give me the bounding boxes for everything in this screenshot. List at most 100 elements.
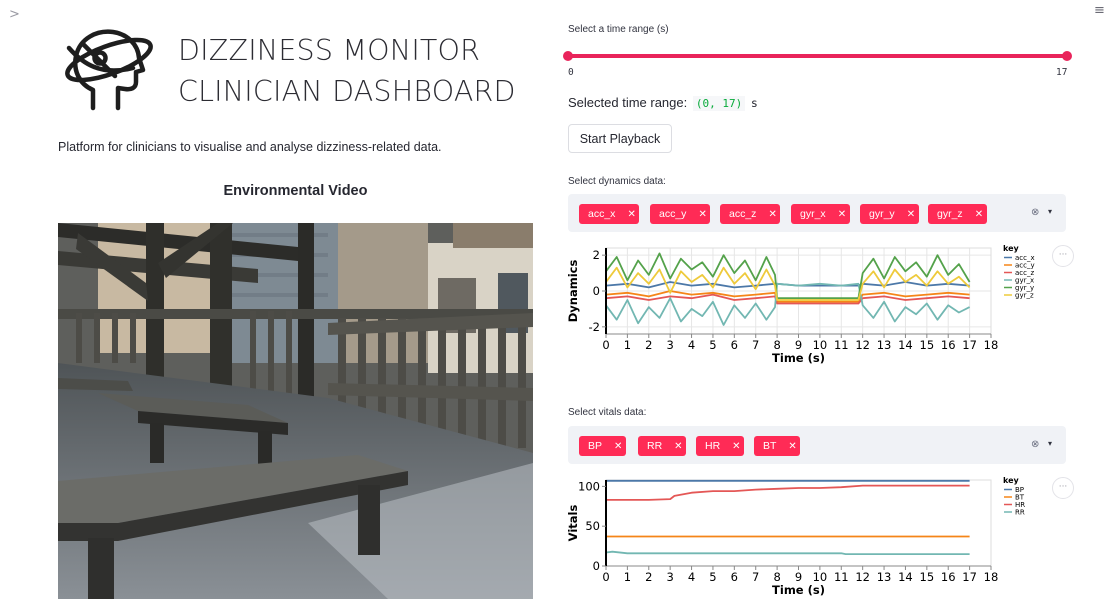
x-tick-label: 7: [752, 570, 759, 584]
chart-canvas: 0 1 2 3 4 5 6 7 8 9 10 11 12 13 14 15 16 17 18050100Time (…: [566, 476, 1025, 597]
chip-label: gyr_z: [937, 208, 963, 220]
legend-label: RR: [1015, 509, 1025, 517]
dynamics-chip-acc-y[interactable]: acc_y ✕: [650, 204, 711, 225]
app-title: DIZZINESS MONITOR CLINICIAN DASHBOARD: [178, 30, 516, 112]
chevron-down-icon[interactable]: ▾: [1048, 439, 1052, 448]
app-title-line-2: CLINICIAN DASHBOARD: [178, 75, 516, 108]
selected-range-value: (0, 17): [692, 96, 746, 111]
dynamics-chip-gyr-z[interactable]: gyr_z ✕: [928, 204, 987, 224]
x-tick-label: 8: [773, 570, 780, 584]
vitals-chip-bt[interactable]: BT ✕: [754, 436, 801, 457]
series-line-rr: [605, 550, 970, 555]
chart-canvas: 0 1 2 3 4 5 6 7 8 9 10 11 12 13 14 15 16 17 18-202Time (s)…: [566, 244, 1035, 365]
vitals-chip-bp[interactable]: BP ✕: [579, 436, 627, 457]
chip-label: acc_z: [729, 208, 757, 220]
chip-remove-icon[interactable]: ✕: [627, 205, 639, 225]
x-tick-label: 13: [877, 338, 892, 352]
main-menu-button[interactable]: ≡: [1094, 3, 1105, 18]
legend-title: key: [1003, 244, 1020, 253]
y-tick-label: 2: [593, 248, 600, 262]
head-orbit-icon: [65, 29, 153, 111]
x-axis-title: Time (s): [772, 351, 825, 365]
time-range-max-label: 17: [1056, 67, 1068, 78]
chip-remove-icon[interactable]: ✕: [674, 437, 686, 457]
x-axis-title: Time (s): [772, 583, 825, 597]
x-tick-label: 17: [962, 338, 977, 352]
chip-remove-icon[interactable]: ✕: [698, 205, 710, 225]
dynamics-chart-actions-button[interactable]: ···: [1052, 245, 1074, 267]
x-tick-label: 2: [645, 338, 652, 352]
x-tick-label: 15: [920, 338, 935, 352]
dynamics-chip-gyr-y[interactable]: gyr_y ✕: [860, 204, 919, 224]
chevron-down-icon[interactable]: ▾: [1048, 207, 1052, 216]
x-tick-label: 18: [984, 338, 999, 352]
chip-label: gyr_x: [800, 208, 826, 220]
time-range-slider-min-handle[interactable]: [563, 51, 573, 61]
vitals-chip-rr[interactable]: RR ✕: [638, 436, 687, 457]
chip-remove-icon[interactable]: ✕: [732, 437, 744, 457]
y-axis-title: Dynamics: [566, 260, 580, 323]
y-tick-label: 0: [593, 284, 600, 298]
y-tick-label: 100: [578, 479, 600, 493]
time-range-slider-max-handle[interactable]: [1062, 51, 1072, 61]
vitals-multiselect[interactable]: BP ✕ RR ✕ HR ✕ BT ✕ ⊗ ▾: [568, 426, 1066, 464]
time-range-min-label: 0: [568, 67, 574, 78]
time-range-label: Select a time range (s): [568, 24, 669, 35]
dynamics-chart: 0 1 2 3 4 5 6 7 8 9 10 11 12 13 14 15 16 17 18 -2 0 2 Time (s)…: [563, 240, 1083, 370]
x-tick-label: 10: [813, 338, 828, 352]
chip-label: BT: [763, 440, 777, 452]
x-tick-label: 0: [602, 570, 609, 584]
x-tick-label: 4: [688, 570, 695, 584]
x-tick-label: 16: [941, 570, 956, 584]
vitals-select-label: Select vitals data:: [568, 407, 647, 418]
chip-remove-icon[interactable]: ✕: [788, 437, 800, 457]
environmental-video-player[interactable]: [58, 223, 533, 599]
chip-remove-icon[interactable]: ✕: [975, 205, 987, 225]
vitals-chart-actions-button[interactable]: ···: [1052, 477, 1074, 499]
dynamics-select-label: Select dynamics data:: [568, 176, 666, 187]
clear-all-icon[interactable]: ⊗: [1031, 207, 1039, 218]
x-tick-label: 10: [813, 570, 828, 584]
chip-label: acc_y: [659, 208, 687, 220]
sidebar-toggle-button[interactable]: >: [9, 7, 20, 22]
x-tick-label: 11: [834, 338, 849, 352]
dynamics-chip-acc-x[interactable]: acc_x ✕: [579, 204, 640, 225]
chip-label: BP: [588, 440, 603, 452]
legend-title: key: [1003, 476, 1020, 485]
x-tick-label: 17: [962, 570, 977, 584]
start-playback-button[interactable]: Start Playback: [568, 124, 672, 153]
x-tick-label: 16: [941, 338, 956, 352]
dynamics-chip-acc-z[interactable]: acc_z ✕: [720, 204, 781, 225]
time-range-slider-track[interactable]: [568, 54, 1068, 58]
x-tick-label: 7: [752, 338, 759, 352]
x-tick-label: 2: [645, 570, 652, 584]
vitals-chip-hr[interactable]: HR ✕: [696, 436, 745, 457]
y-tick-label: -2: [589, 320, 600, 334]
chip-remove-icon[interactable]: ✕: [838, 205, 850, 225]
chip-remove-icon[interactable]: ✕: [614, 437, 626, 457]
x-tick-label: 12: [855, 338, 870, 352]
x-tick-label: 18: [984, 570, 999, 584]
x-tick-label: 15: [920, 570, 935, 584]
y-tick-label: 50: [585, 519, 600, 533]
vitals-chart: 0 1 2 3 4 5 6 7 8 9 10 11 12 13 14 15 16 17 18 0 50 100 Time (…: [563, 472, 1083, 599]
series-line-hr: [606, 484, 970, 501]
legend-label: gyr_z: [1015, 292, 1034, 300]
x-tick-label: 14: [898, 338, 913, 352]
chip-label: HR: [705, 440, 721, 452]
selected-range-prefix: Selected time range:: [568, 95, 688, 110]
x-tick-label: 12: [855, 570, 870, 584]
chip-remove-icon[interactable]: ✕: [907, 205, 919, 225]
dynamics-multiselect[interactable]: acc_x ✕ acc_y ✕ acc_z ✕ gyr_x ✕ gyr_y ✕ gyr_z…: [568, 194, 1066, 232]
clear-all-icon[interactable]: ⊗: [1031, 439, 1039, 450]
x-tick-label: 13: [877, 570, 892, 584]
x-tick-label: 4: [688, 338, 695, 352]
dynamics-chip-gyr-x[interactable]: gyr_x ✕: [791, 204, 850, 224]
x-tick-label: 1: [624, 338, 631, 352]
chip-label: RR: [647, 440, 663, 452]
x-tick-label: 5: [709, 338, 716, 352]
y-tick-label: 0: [593, 559, 600, 573]
y-axis-title: Vitals: [566, 505, 580, 542]
courtyard-video-frame: [58, 223, 533, 599]
chip-remove-icon[interactable]: ✕: [768, 205, 780, 225]
